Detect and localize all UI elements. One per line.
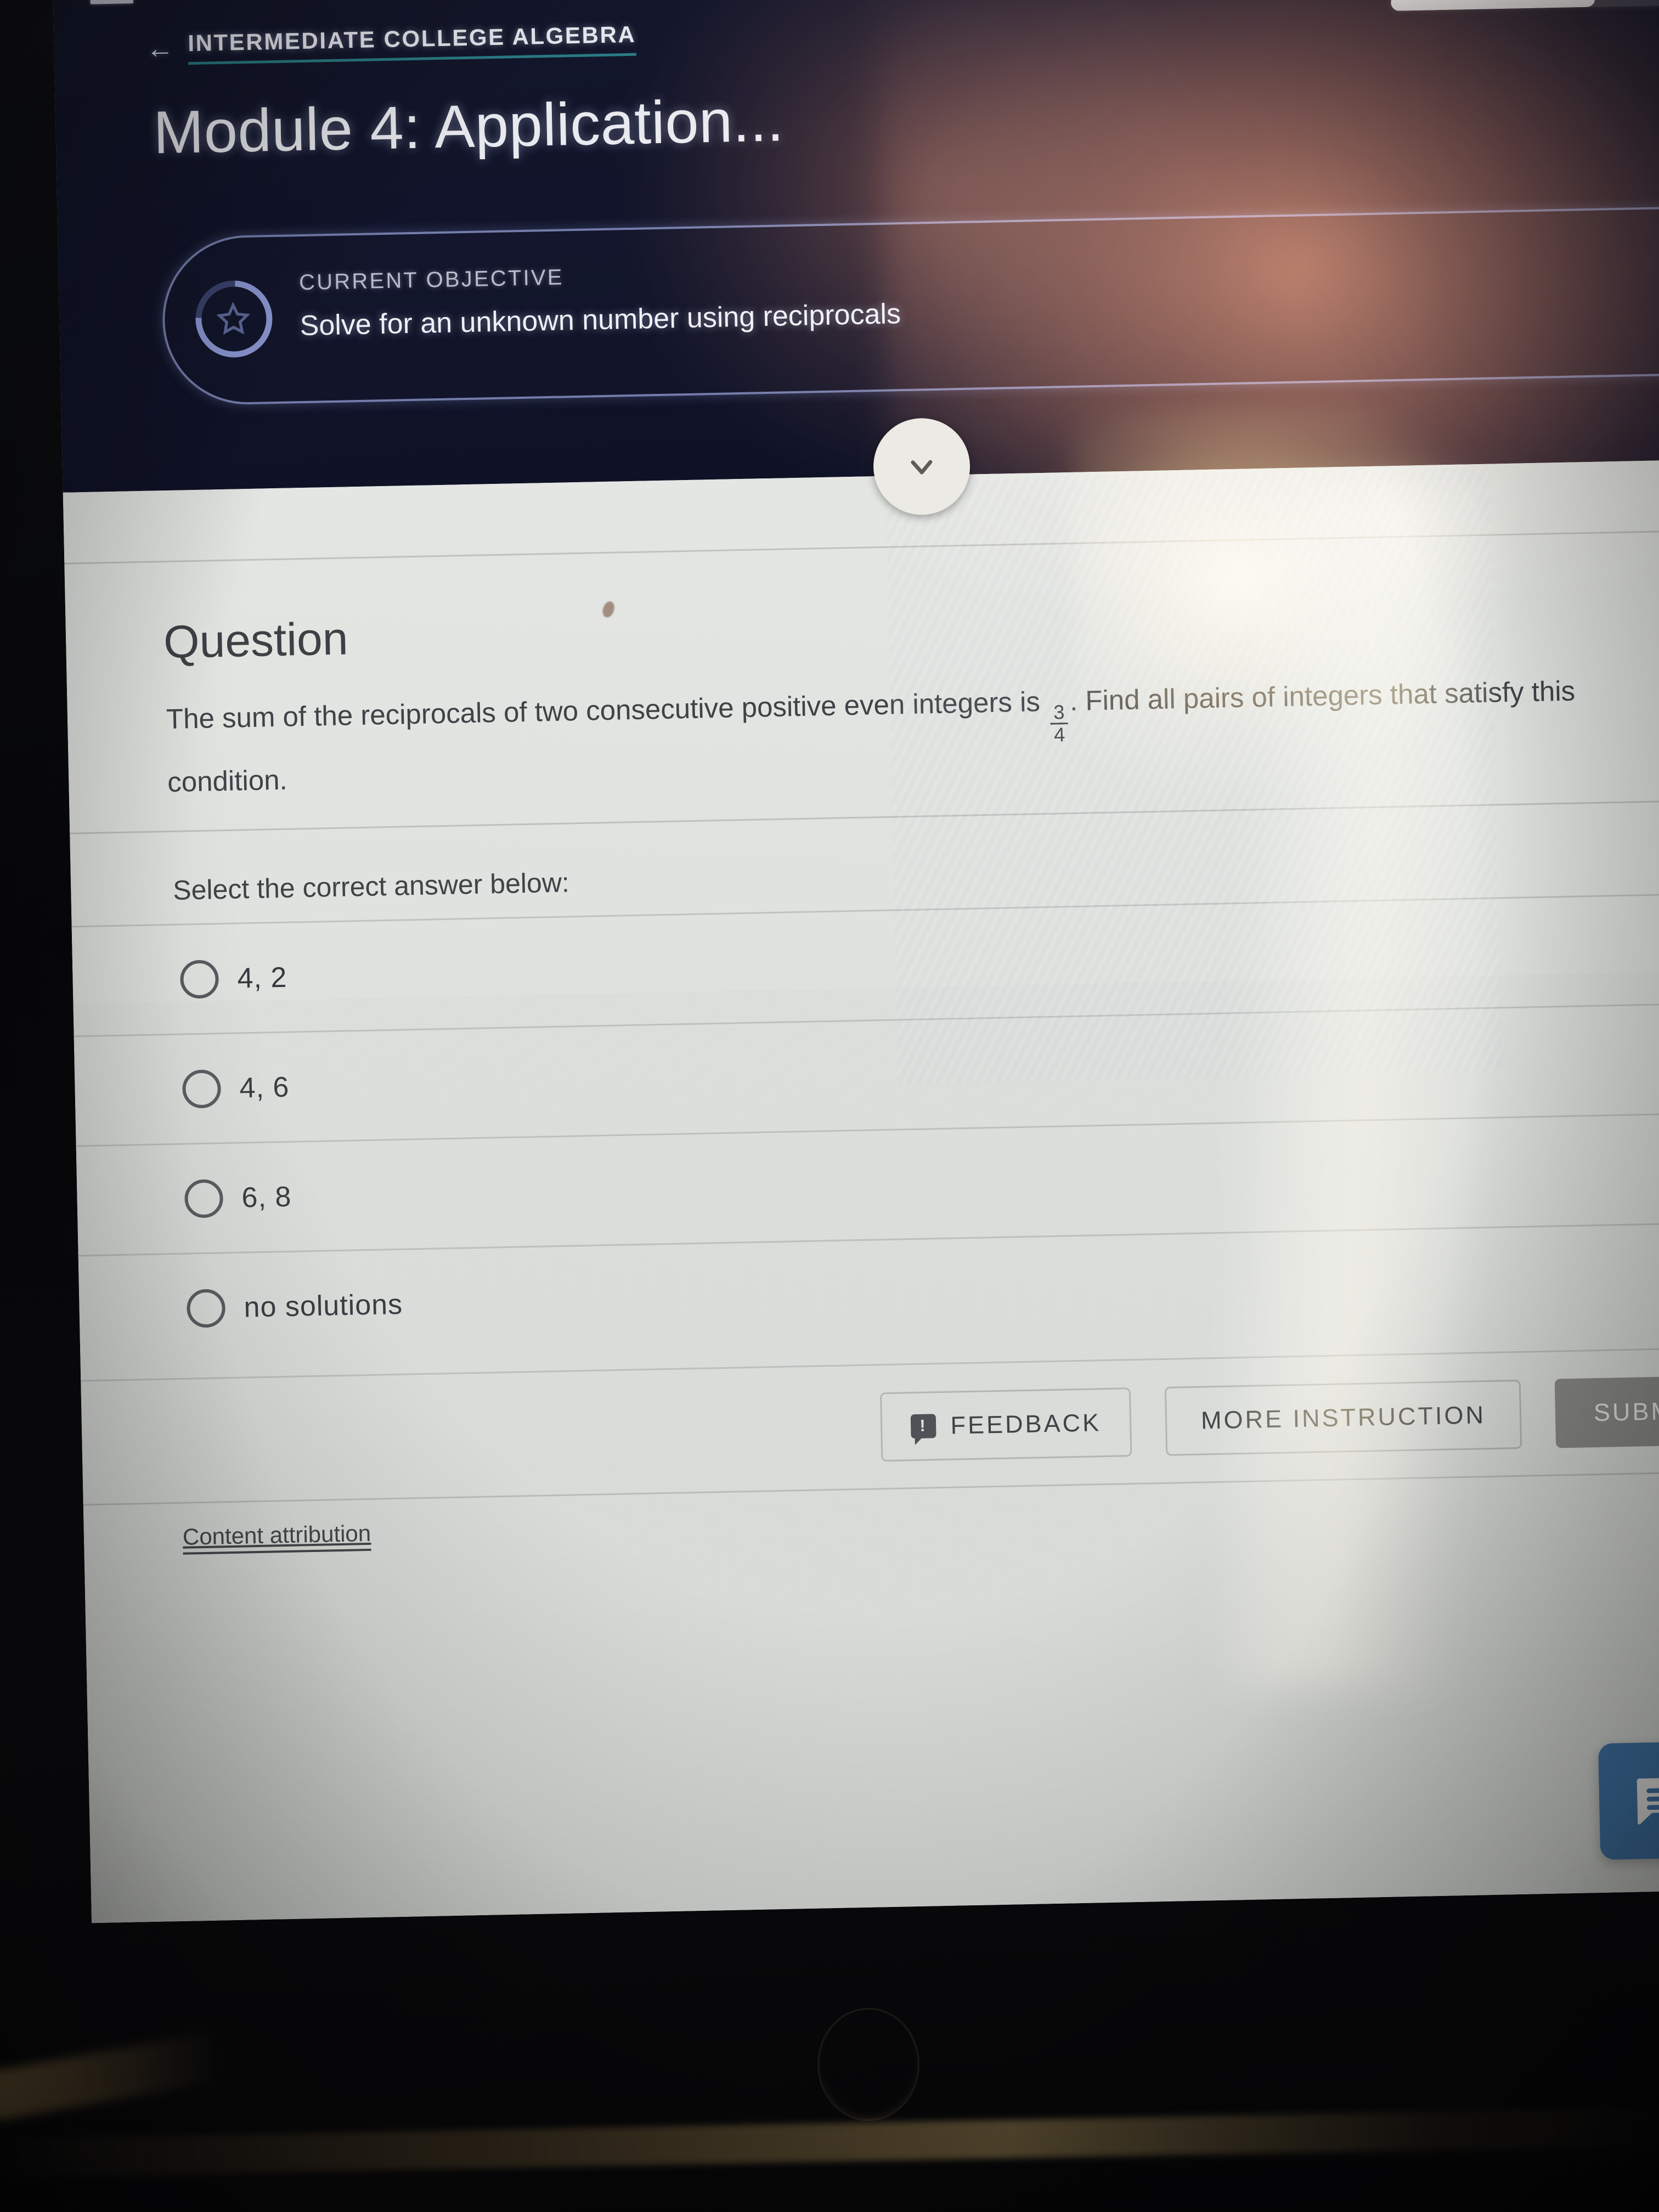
radio-button[interactable] <box>186 1288 226 1328</box>
mastery-progress-bar <box>1390 0 1659 12</box>
page-title: Module 4: Application... <box>153 86 785 167</box>
feedback-button[interactable]: ! FEEDBACK <box>880 1387 1132 1462</box>
content-attribution-link[interactable]: Content attribution <box>182 1520 371 1555</box>
radio-button[interactable] <box>182 1069 222 1109</box>
tablet-screen: MASTERY ← INTERMEDIATE COLLEGE ALGEBRA M… <box>53 0 1659 1923</box>
objective-text: Solve for an unknown number using recipr… <box>300 298 901 342</box>
back-arrow-icon: ← <box>145 32 174 64</box>
breadcrumb-back-link[interactable]: ← INTERMEDIATE COLLEGE ALGEBRA <box>145 21 637 66</box>
current-objective-banner[interactable]: CURRENT OBJECTIVE Solve for an unknown n… <box>161 205 1659 407</box>
more-instruction-label: MORE INSTRUCTION <box>1200 1400 1486 1435</box>
question-text-before: The sum of the reciprocals of two consec… <box>166 686 1041 735</box>
radio-button[interactable] <box>184 1178 224 1218</box>
radio-button[interactable] <box>179 959 219 999</box>
fraction-denominator: 4 <box>1050 723 1069 746</box>
submit-button-label: SUBMIT <box>1593 1396 1659 1426</box>
answer-choice-label: 4, 2 <box>236 961 287 995</box>
action-button-row: ! FEEDBACK MORE INSTRUCTION SUBMIT <box>81 1346 1659 1504</box>
chat-support-button[interactable] <box>1598 1741 1659 1860</box>
objective-kicker: CURRENT OBJECTIVE <box>298 265 565 295</box>
answer-choice-label: no solutions <box>243 1288 403 1323</box>
app-header: MASTERY ← INTERMEDIATE COLLEGE ALGEBRA M… <box>53 0 1659 493</box>
hamburger-menu-icon[interactable] <box>90 0 133 5</box>
submit-button[interactable]: SUBMIT <box>1554 1375 1659 1448</box>
mastery-indicator: MASTERY <box>1385 0 1659 12</box>
question-panel: Question The sum of the reciprocals of t… <box>63 459 1659 1923</box>
select-answer-prompt: Select the correct answer below: <box>172 867 570 906</box>
answer-choice-label: 6, 8 <box>241 1181 292 1214</box>
divider <box>64 529 1659 565</box>
chat-bubble-icon <box>1637 1778 1659 1825</box>
photo-of-tablet-screen: MASTERY ← INTERMEDIATE COLLEGE ALGEBRA M… <box>0 0 1659 2212</box>
divider <box>70 799 1659 834</box>
feedback-bubble-icon: ! <box>911 1413 937 1438</box>
fraction-three-fourths: 3 4 <box>1050 701 1069 746</box>
brand-logo-icon[interactable] <box>288 0 361 9</box>
question-heading: Question <box>163 612 349 668</box>
mastery-progress-fill <box>1390 0 1595 12</box>
feedback-button-label: FEEDBACK <box>950 1408 1102 1440</box>
star-progress-ring-icon <box>179 264 289 374</box>
answer-choice-label: 4, 6 <box>239 1071 290 1104</box>
home-button-ring <box>817 2008 919 2121</box>
more-instruction-button[interactable]: MORE INSTRUCTION <box>1164 1379 1522 1456</box>
question-text: The sum of the reciprocals of two consec… <box>166 670 1659 802</box>
answer-choice-list: 4, 2 4, 6 6, 8 no solutions <box>71 892 1659 1365</box>
fraction-numerator: 3 <box>1053 701 1065 724</box>
course-name-label: INTERMEDIATE COLLEGE ALGEBRA <box>187 21 637 65</box>
chevron-down-icon <box>911 460 933 475</box>
